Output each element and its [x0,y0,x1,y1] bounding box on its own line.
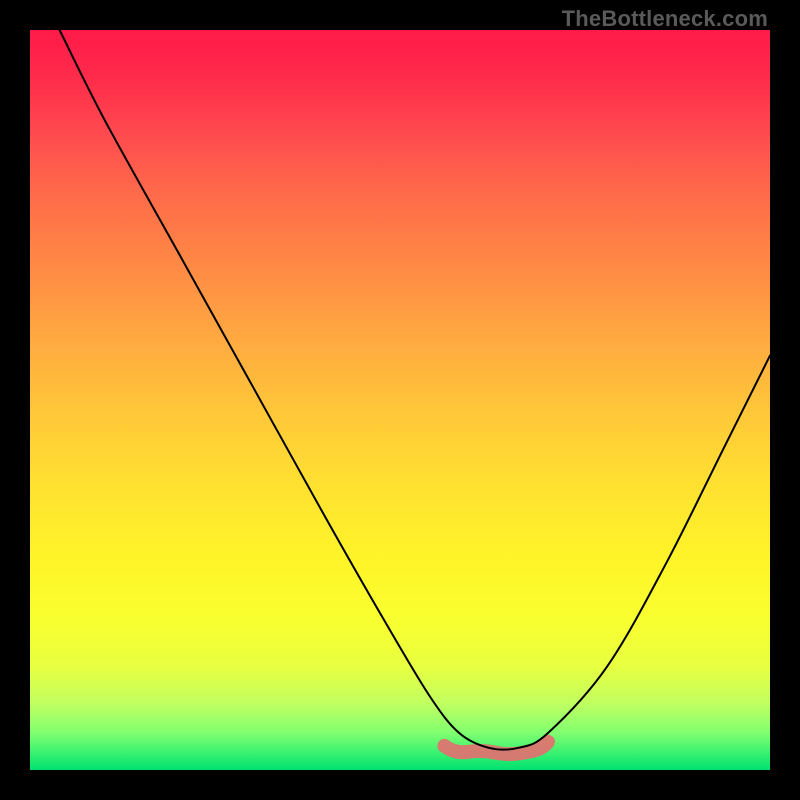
chart-svg [30,30,770,770]
chart-frame: TheBottleneck.com [0,0,800,800]
bottleneck-curve [60,30,770,750]
attribution-text: TheBottleneck.com [562,6,768,32]
plot-gradient-background [30,30,770,770]
